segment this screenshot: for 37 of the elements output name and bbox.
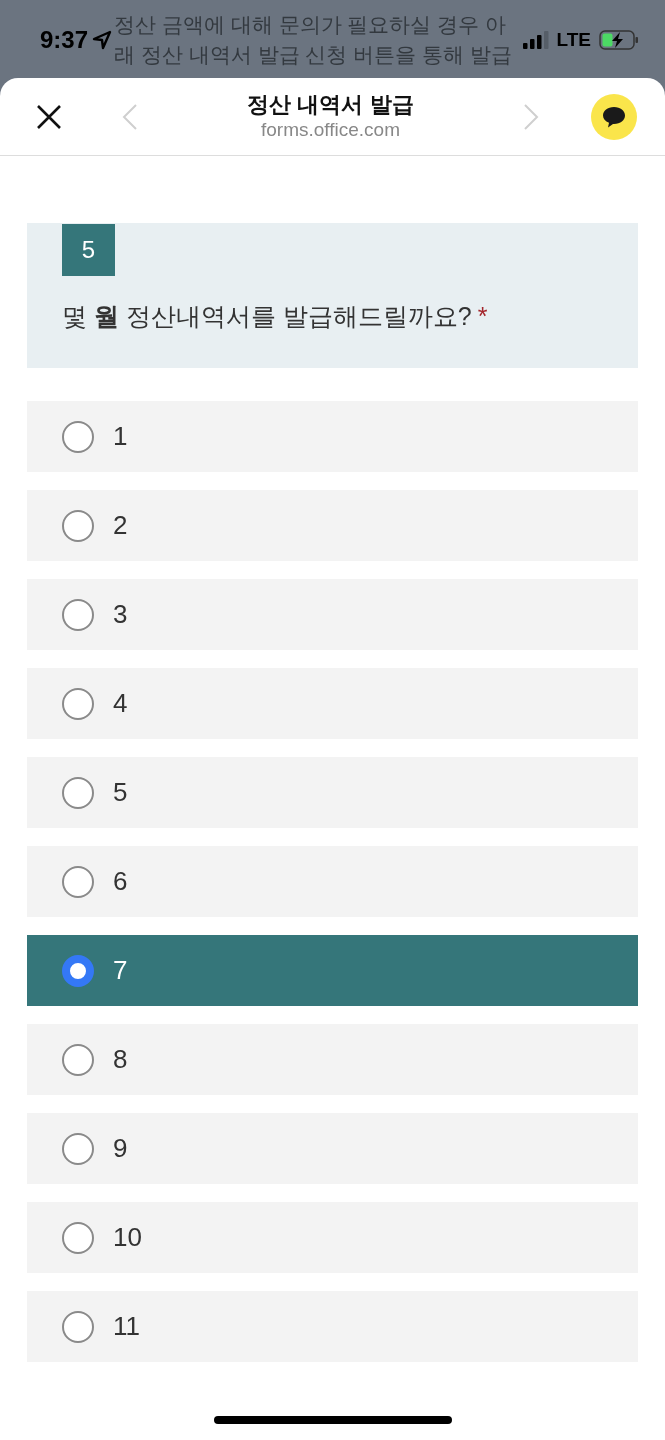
answer-option[interactable]: 11 (27, 1291, 638, 1362)
chat-button[interactable] (591, 93, 637, 140)
required-mark: * (477, 302, 488, 330)
answer-option[interactable]: 3 (27, 579, 638, 650)
radio-button[interactable] (62, 1310, 94, 1343)
answer-option[interactable]: 10 (27, 1202, 638, 1273)
location-arrow-icon (92, 30, 113, 50)
network-label: LTE (556, 27, 591, 52)
radio-button[interactable] (62, 1132, 94, 1165)
answer-option[interactable]: 4 (27, 668, 638, 739)
answer-option[interactable]: 1 (27, 401, 638, 472)
answer-option[interactable]: 9 (27, 1113, 638, 1184)
radio-button[interactable] (62, 865, 94, 898)
answer-option[interactable]: 5 (27, 757, 638, 828)
radio-button[interactable] (62, 776, 94, 809)
answer-option[interactable]: 8 (27, 1024, 638, 1095)
radio-button[interactable] (62, 598, 94, 631)
answer-option[interactable]: 2 (27, 490, 638, 561)
background-text: 정산 금액에 대해 문의가 필요하실 경우 아 (114, 12, 506, 38)
radio-button[interactable] (62, 420, 94, 453)
question-text: 몇 월 정산내역서를 발급해드릴까요? (62, 302, 472, 330)
close-button[interactable] (36, 103, 62, 130)
radio-button[interactable] (62, 1043, 94, 1076)
background-text: 래 정산 내역서 발급 신청 버튼을 통해 발급 (114, 42, 512, 68)
radio-button[interactable] (62, 1221, 94, 1254)
answer-option[interactable]: 6 (27, 846, 638, 917)
signal-icon (522, 31, 549, 49)
status-time: 9:37 (40, 25, 89, 55)
speech-bubble-icon (602, 105, 626, 128)
question-number: 5 (62, 224, 115, 276)
battery-charging-icon (599, 30, 639, 50)
radio-button[interactable] (62, 509, 94, 542)
answer-option[interactable]: 7 (27, 935, 638, 1006)
radio-button[interactable] (62, 687, 94, 720)
page-title: 정산 내역서 발급 (247, 91, 414, 118)
radio-button[interactable] (62, 954, 94, 987)
page-url: forms.office.com (261, 117, 400, 142)
